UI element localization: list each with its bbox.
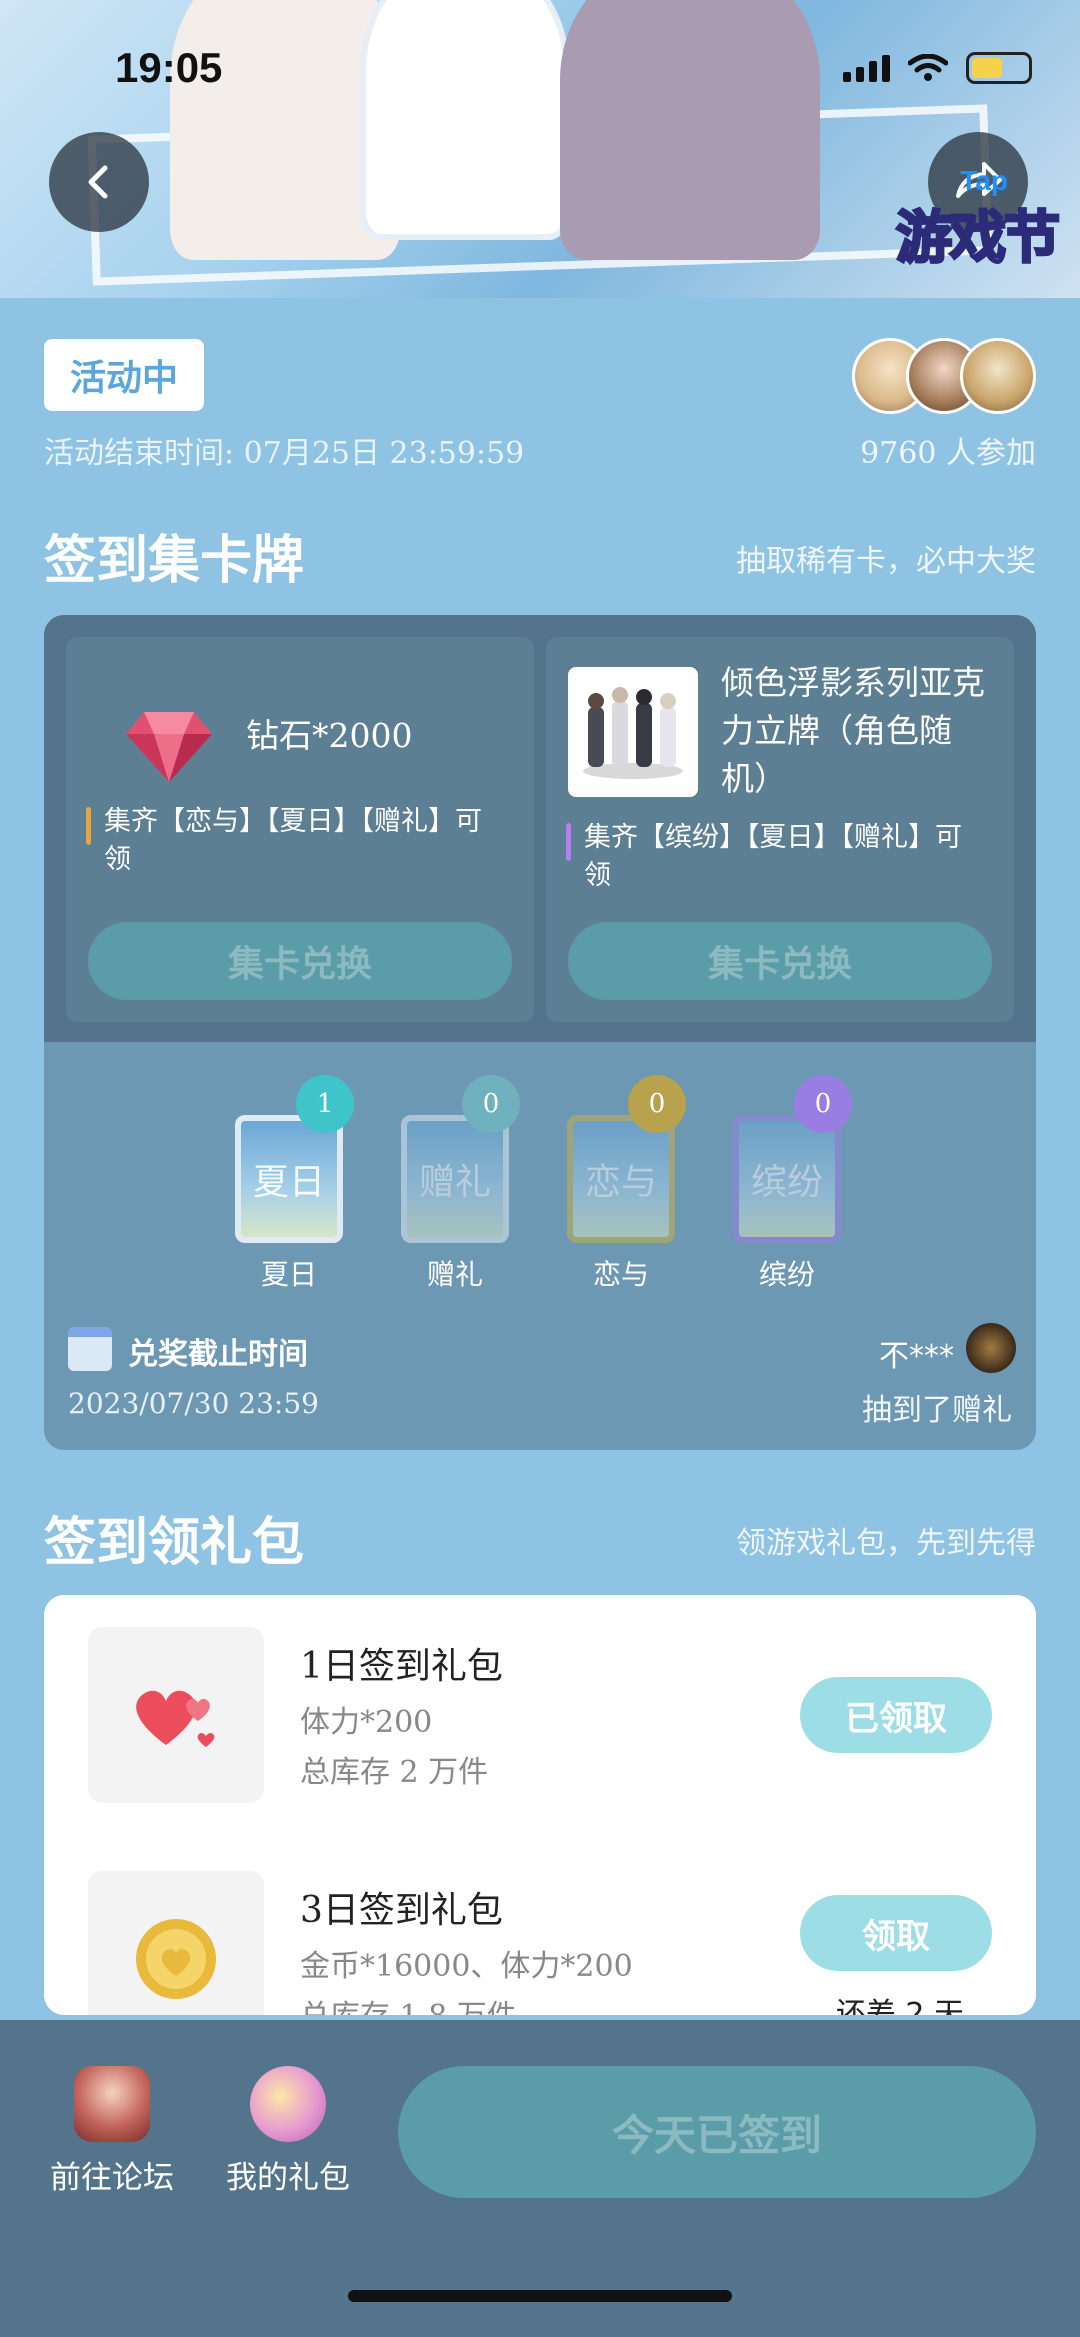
exchange-button[interactable]: 集卡兑换 [88,922,512,1000]
forum-icon [74,2066,150,2142]
days-remaining-note: 还差 2 天 [835,1997,964,2015]
prize-card-diamond: 钻石*2000 集齐【恋与】【夏日】【赠礼】可领 集卡兑换 [66,637,534,1022]
prize-card-acrylic-stand: 倾色浮影系列亚克力立牌（角色随机） 集齐【缤纷】【夏日】【赠礼】可领 集卡兑换 [546,637,1014,1022]
avatar [966,1323,1016,1373]
winner-text: 抽到了赠礼 [862,1393,1012,1428]
my-gifts-label: 我的礼包 [226,2160,350,2196]
acrylic-stand-image [568,667,698,797]
gold-coin-icon [88,1871,264,2015]
signed-in-button[interactable]: 今天已签到 [398,2066,1036,2198]
prize-area: 钻石*2000 集齐【恋与】【夏日】【赠礼】可领 集卡兑换 倾色浮影系列亚克力立… [44,615,1036,1042]
collect-card-summer[interactable]: 夏日 1 夏日 [224,1075,354,1293]
winner-username: 不*** [879,1339,954,1374]
festival-logo-main: 游戏节 [895,205,1062,273]
participant-avatars[interactable] [852,338,1036,414]
deadline-label: 兑奖截止时间 [128,1337,308,1372]
gift-stock: 总库存 1.8 万件 [300,1991,517,2015]
card-count-badge: 1 [296,1075,354,1133]
gift-content: 金币*16000、体力*200 [300,1949,633,1984]
event-end-time: 活动结束时间: 07月25日 23:59:59 [44,436,525,471]
card-face: 恋与 [567,1115,675,1243]
card-count-badge: 0 [794,1075,852,1133]
claim-button[interactable]: 领取 [800,1895,992,1971]
list-item: 1日签到礼包 体力*200 总库存 2 万件 已领取 [44,1595,1036,1803]
diamond-icon [104,681,234,811]
collected-cards: 夏日 1 夏日 赠礼 0 赠礼 恋与 0 恋与 缤纷 0 缤纷 [44,1075,1036,1291]
banner-character-2 [360,0,570,240]
gift-section-title: 签到领礼包 [44,1513,305,1573]
avatar [960,338,1036,414]
status-icons [843,52,1032,84]
card-label: 夏日 [260,1258,317,1291]
card-face: 夏日 [235,1115,343,1243]
card-face: 缤纷 [733,1115,841,1243]
card-label: 缤纷 [758,1258,815,1291]
gift-title: 1日签到礼包 [300,1646,503,1687]
banner-character-3 [560,0,820,260]
gift-title: 3日签到礼包 [300,1890,503,1931]
my-gifts-button[interactable]: 我的礼包 [218,2066,358,2197]
prize-requirement: 集齐【恋与】【夏日】【赠礼】可领 [86,803,496,879]
deadline-date: 2023/07/30 23:59 [68,1387,319,1420]
collect-card-love[interactable]: 恋与 0 恋与 [556,1075,686,1293]
back-button[interactable] [49,132,149,232]
gift-list: 1日签到礼包 体力*200 总库存 2 万件 已领取 3日签到礼包 金币*160… [44,1595,1036,2015]
home-indicator[interactable] [348,2290,732,2302]
card-label: 恋与 [592,1258,649,1291]
card-section-subtitle: 抽取稀有卡，必中大奖 [736,544,1036,579]
battery-level [972,58,1002,78]
collect-card-gift[interactable]: 赠礼 0 赠礼 [390,1075,520,1293]
signal-icon [843,54,890,82]
status-badge: 活动中 [44,339,204,411]
chevron-left-icon [88,165,108,199]
forum-label: 前往论坛 [50,2160,174,2196]
exchange-button[interactable]: 集卡兑换 [568,922,992,1000]
gift-content: 体力*200 [300,1705,433,1740]
status-time: 19:05 [115,44,223,91]
forum-button[interactable]: 前往论坛 [42,2066,182,2197]
card-face: 赠礼 [401,1115,509,1243]
card-count-badge: 0 [462,1075,520,1133]
gift-box-icon [250,2066,326,2142]
gift-stock: 总库存 2 万件 [300,1755,489,1790]
card-collection-panel: 钻石*2000 集齐【恋与】【夏日】【赠礼】可领 集卡兑换 倾色浮影系列亚克力立… [44,615,1036,1450]
calendar-icon [68,1327,112,1371]
card-label: 赠礼 [426,1258,483,1291]
collect-card-colorful[interactable]: 缤纷 0 缤纷 [722,1075,852,1293]
prize-name: 倾色浮影系列亚克力立牌（角色随机） [721,663,985,798]
wifi-icon [908,54,948,81]
list-item: 3日签到礼包 金币*16000、体力*200 总库存 1.8 万件 领取 还差 … [44,1839,1036,2015]
gift-section-subtitle: 领游戏礼包，先到先得 [736,1526,1036,1561]
card-count-badge: 0 [628,1075,686,1133]
claimed-button[interactable]: 已领取 [800,1677,992,1753]
festival-logo: Tap 游戏节 [878,165,1062,275]
prize-name: 钻石*2000 [246,716,413,755]
participant-count: 9760 人参加 [860,436,1036,471]
hearts-icon [88,1627,264,1803]
battery-icon [966,52,1032,84]
card-section-title: 签到集卡牌 [44,531,305,591]
prize-requirement: 集齐【缤纷】【夏日】【赠礼】可领 [566,819,986,895]
